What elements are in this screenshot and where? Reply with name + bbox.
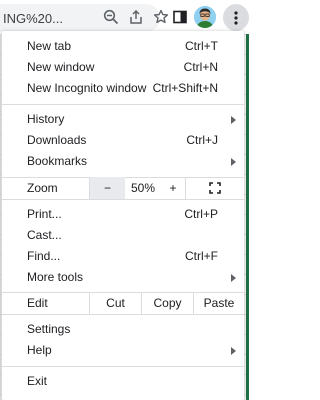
submenu-arrow-icon — [231, 116, 236, 124]
zoom-row: Zoom − 50% + — [2, 177, 244, 199]
menu-item-new-tab[interactable]: New tab Ctrl+T — [2, 36, 244, 57]
cut-button[interactable]: Cut — [89, 292, 141, 314]
menu-item-label: New window — [27, 60, 95, 74]
menu-item-label: More tools — [27, 270, 84, 284]
menu-item-exit[interactable]: Exit — [2, 371, 244, 392]
star-icon[interactable] — [152, 8, 170, 26]
menu-separator — [2, 314, 244, 315]
zoom-out-button[interactable]: − — [89, 177, 125, 199]
menu-item-shortcut: Ctrl+F — [185, 249, 218, 263]
menu-item-history[interactable]: History — [2, 109, 244, 130]
menu-item-label: History — [27, 112, 65, 126]
menu-item-label: Bookmarks — [27, 154, 88, 168]
menu-item-shortcut: Ctrl+T — [185, 39, 218, 53]
menu-item-label: Settings — [27, 322, 71, 336]
chrome-main-menu: New tab Ctrl+T New window Ctrl+N New Inc… — [2, 31, 244, 400]
fullscreen-icon — [209, 182, 221, 194]
zoom-in-button[interactable]: + — [161, 177, 185, 199]
menu-item-label: New Incognito window — [27, 81, 147, 95]
menu-item-bookmarks[interactable]: Bookmarks — [2, 151, 244, 172]
menu-item-shortcut: Ctrl+P — [184, 207, 218, 221]
zoom-out-icon[interactable] — [102, 8, 120, 26]
menu-item-label: Exit — [27, 374, 48, 388]
fullscreen-button[interactable] — [185, 177, 244, 199]
side-panel-icon[interactable] — [171, 8, 189, 26]
zoom-label: Zoom — [27, 181, 58, 195]
avatar[interactable] — [194, 6, 216, 28]
menu-separator — [2, 366, 244, 367]
menu-item-label: Downloads — [27, 133, 87, 147]
menu-item-find[interactable]: Find... Ctrl+F — [2, 246, 244, 267]
zoom-plus-label: + — [169, 181, 177, 195]
zoom-minus-label: − — [103, 181, 111, 195]
zoom-value: 50% — [125, 177, 161, 199]
paste-label: Paste — [203, 296, 235, 310]
menu-item-new-incognito-window[interactable]: New Incognito window Ctrl+Shift+N — [2, 78, 244, 99]
submenu-arrow-icon — [231, 274, 236, 282]
background-scroll-strip — [246, 34, 249, 400]
menu-item-label: Cast... — [27, 228, 62, 242]
menu-item-settings[interactable]: Settings — [2, 319, 244, 340]
edit-row: Edit Cut Copy Paste — [2, 292, 244, 314]
cut-label: Cut — [106, 296, 125, 310]
menu-item-help[interactable]: Help — [2, 340, 244, 361]
menu-item-more-tools[interactable]: More tools — [2, 267, 244, 288]
menu-item-shortcut: Ctrl+Shift+N — [152, 81, 218, 95]
submenu-arrow-icon — [231, 347, 236, 355]
copy-button[interactable]: Copy — [141, 292, 193, 314]
zoom-value-label: 50% — [130, 181, 156, 195]
menu-item-downloads[interactable]: Downloads Ctrl+J — [2, 130, 244, 151]
more-vert-icon[interactable] — [223, 4, 249, 31]
edit-label: Edit — [27, 296, 48, 310]
paste-button[interactable]: Paste — [193, 292, 244, 314]
menu-item-cast[interactable]: Cast... — [2, 225, 244, 246]
menu-item-shortcut: Ctrl+J — [186, 133, 218, 147]
menu-item-new-window[interactable]: New window Ctrl+N — [2, 57, 244, 78]
menu-item-shortcut: Ctrl+N — [183, 60, 218, 74]
share-icon[interactable] — [127, 8, 145, 26]
url-text: ING%20... — [3, 11, 63, 26]
menu-item-label: Find... — [27, 249, 61, 263]
browser-toolbar: ING%20... — [0, 0, 249, 34]
menu-item-print[interactable]: Print... Ctrl+P — [2, 204, 244, 225]
menu-item-label: Print... — [27, 207, 62, 221]
submenu-arrow-icon — [231, 158, 236, 166]
menu-item-label: Help — [27, 343, 52, 357]
menu-item-label: New tab — [27, 39, 72, 53]
menu-separator — [2, 199, 244, 200]
menu-separator — [2, 104, 244, 105]
copy-label: Copy — [153, 296, 182, 310]
